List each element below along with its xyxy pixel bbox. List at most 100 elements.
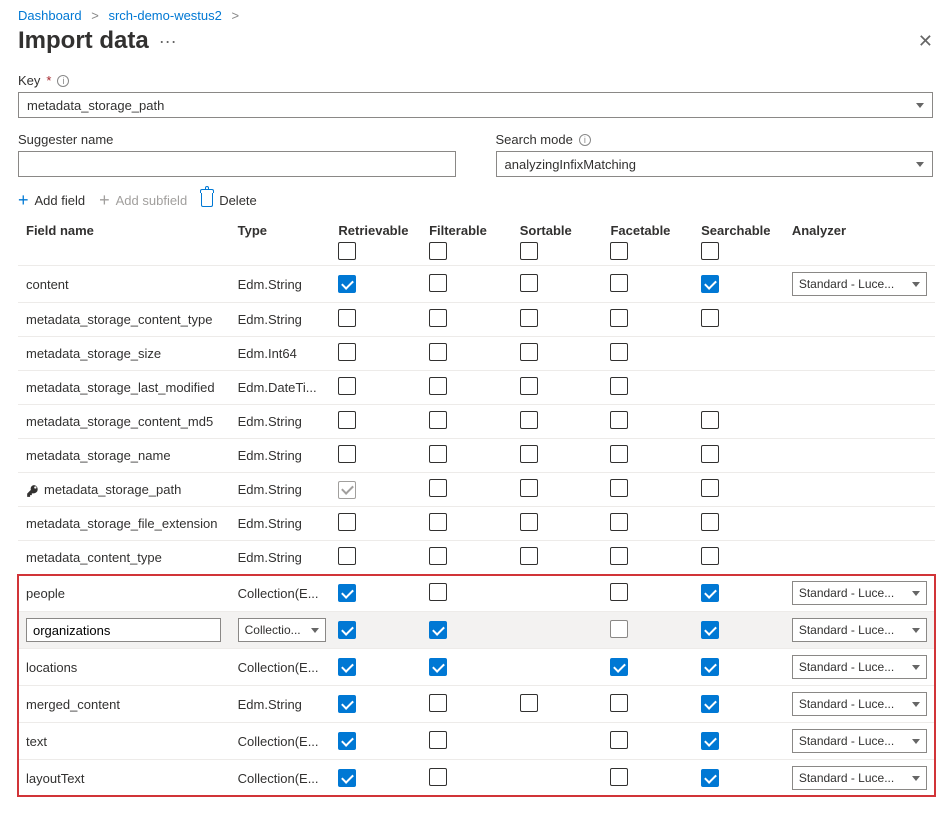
facetable-checkbox[interactable]: [610, 411, 628, 429]
facetable-checkbox[interactable]: [610, 658, 628, 676]
table-row[interactable]: textCollection(E...Standard - Luce...: [18, 723, 935, 760]
facetable-checkbox[interactable]: [610, 377, 628, 395]
searchable-checkbox[interactable]: [701, 479, 719, 497]
filterable-checkbox[interactable]: [429, 621, 447, 639]
table-row[interactable]: metadata_storage_nameEdm.String: [18, 439, 935, 473]
filterable-checkbox[interactable]: [429, 731, 447, 749]
retrievable-checkbox[interactable]: [338, 732, 356, 750]
delete-button[interactable]: Delete: [201, 193, 257, 208]
more-icon[interactable]: ···: [159, 32, 177, 50]
table-row[interactable]: metadata_storage_last_modifiedEdm.DateTi…: [18, 371, 935, 405]
sortable-checkbox[interactable]: [520, 274, 538, 292]
searchable-checkbox[interactable]: [701, 411, 719, 429]
searchable-checkbox[interactable]: [701, 658, 719, 676]
table-row[interactable]: metadata_storage_file_extensionEdm.Strin…: [18, 507, 935, 541]
retrievable-checkbox[interactable]: [338, 445, 356, 463]
retrievable-checkbox[interactable]: [338, 275, 356, 293]
table-row[interactable]: locationsCollection(E...Standard - Luce.…: [18, 649, 935, 686]
searchable-checkbox[interactable]: [701, 445, 719, 463]
retrievable-checkbox[interactable]: [338, 481, 356, 499]
facetable-checkbox[interactable]: [610, 513, 628, 531]
table-row[interactable]: merged_contentEdm.StringStandard - Luce.…: [18, 686, 935, 723]
analyzer-select[interactable]: Standard - Luce...: [792, 729, 927, 753]
analyzer-select[interactable]: Standard - Luce...: [792, 655, 927, 679]
retrievable-checkbox[interactable]: [338, 547, 356, 565]
close-icon[interactable]: ✕: [918, 31, 933, 52]
sortable-checkbox[interactable]: [520, 694, 538, 712]
filterable-checkbox[interactable]: [429, 445, 447, 463]
filterable-checkbox[interactable]: [429, 309, 447, 327]
filterable-checkbox[interactable]: [429, 343, 447, 361]
filterable-checkbox[interactable]: [429, 658, 447, 676]
searchmode-select[interactable]: analyzingInfixMatching: [496, 151, 934, 177]
table-row[interactable]: metadata_storage_content_md5Edm.String: [18, 405, 935, 439]
table-row[interactable]: Collectio... Standard - Luce...: [18, 612, 935, 649]
sortable-all-checkbox[interactable]: [520, 242, 538, 260]
searchable-checkbox[interactable]: [701, 695, 719, 713]
facetable-checkbox[interactable]: [610, 274, 628, 292]
filterable-checkbox[interactable]: [429, 411, 447, 429]
searchable-checkbox[interactable]: [701, 621, 719, 639]
sortable-checkbox[interactable]: [520, 479, 538, 497]
field-name-input[interactable]: [26, 618, 221, 642]
info-icon[interactable]: i: [579, 134, 591, 146]
key-select[interactable]: metadata_storage_path: [18, 92, 933, 118]
filterable-checkbox[interactable]: [429, 274, 447, 292]
retrievable-checkbox[interactable]: [338, 584, 356, 602]
breadcrumb-resource[interactable]: srch-demo-westus2: [108, 8, 221, 23]
sortable-checkbox[interactable]: [520, 411, 538, 429]
facetable-checkbox[interactable]: [610, 309, 628, 327]
searchable-checkbox[interactable]: [701, 732, 719, 750]
facetable-checkbox[interactable]: [610, 343, 628, 361]
filterable-all-checkbox[interactable]: [429, 242, 447, 260]
searchable-checkbox[interactable]: [701, 769, 719, 787]
searchable-all-checkbox[interactable]: [701, 242, 719, 260]
filterable-checkbox[interactable]: [429, 547, 447, 565]
facetable-checkbox[interactable]: [610, 445, 628, 463]
retrievable-checkbox[interactable]: [338, 343, 356, 361]
retrievable-checkbox[interactable]: [338, 621, 356, 639]
filterable-checkbox[interactable]: [429, 377, 447, 395]
searchable-checkbox[interactable]: [701, 513, 719, 531]
table-row[interactable]: peopleCollection(E...Standard - Luce...: [18, 575, 935, 612]
filterable-checkbox[interactable]: [429, 479, 447, 497]
sortable-checkbox[interactable]: [520, 445, 538, 463]
type-select[interactable]: Collectio...: [238, 618, 326, 642]
sortable-checkbox[interactable]: [520, 513, 538, 531]
facetable-checkbox[interactable]: [610, 583, 628, 601]
facetable-checkbox[interactable]: [610, 768, 628, 786]
facetable-checkbox[interactable]: [610, 694, 628, 712]
facetable-all-checkbox[interactable]: [610, 242, 628, 260]
sortable-checkbox[interactable]: [520, 377, 538, 395]
table-row[interactable]: metadata_content_typeEdm.String: [18, 541, 935, 575]
filterable-checkbox[interactable]: [429, 583, 447, 601]
info-icon[interactable]: i: [57, 75, 69, 87]
searchable-checkbox[interactable]: [701, 309, 719, 327]
filterable-checkbox[interactable]: [429, 768, 447, 786]
facetable-checkbox[interactable]: [610, 547, 628, 565]
table-row[interactable]: metadata_storage_content_typeEdm.String: [18, 303, 935, 337]
retrievable-checkbox[interactable]: [338, 309, 356, 327]
sortable-checkbox[interactable]: [520, 309, 538, 327]
suggester-input[interactable]: [18, 151, 456, 177]
sortable-checkbox[interactable]: [520, 547, 538, 565]
filterable-checkbox[interactable]: [429, 513, 447, 531]
add-field-button[interactable]: + Add field: [18, 191, 85, 209]
retrievable-checkbox[interactable]: [338, 658, 356, 676]
analyzer-select[interactable]: Standard - Luce...: [792, 581, 927, 605]
analyzer-select[interactable]: Standard - Luce...: [792, 272, 927, 296]
facetable-checkbox[interactable]: [610, 731, 628, 749]
searchable-checkbox[interactable]: [701, 275, 719, 293]
analyzer-select[interactable]: Standard - Luce...: [792, 618, 927, 642]
searchable-checkbox[interactable]: [701, 547, 719, 565]
facetable-checkbox[interactable]: [610, 479, 628, 497]
retrievable-all-checkbox[interactable]: [338, 242, 356, 260]
analyzer-select[interactable]: Standard - Luce...: [792, 766, 927, 790]
retrievable-checkbox[interactable]: [338, 695, 356, 713]
retrievable-checkbox[interactable]: [338, 411, 356, 429]
table-row[interactable]: metadata_storage_sizeEdm.Int64: [18, 337, 935, 371]
analyzer-select[interactable]: Standard - Luce...: [792, 692, 927, 716]
table-row[interactable]: contentEdm.StringStandard - Luce...: [18, 266, 935, 303]
retrievable-checkbox[interactable]: [338, 513, 356, 531]
retrievable-checkbox[interactable]: [338, 769, 356, 787]
